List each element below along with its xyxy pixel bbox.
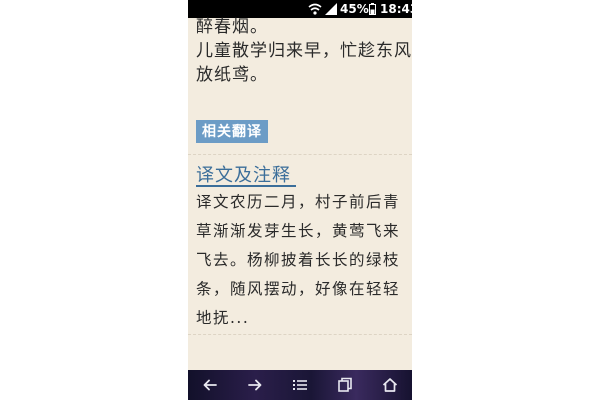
translation-line: 译文农历二月，村子前后青 [196,193,401,211]
translation-heading-link[interactable]: 译文及注释 [196,161,291,187]
poem-line: 醉春烟。 [196,17,268,37]
phone-screen: 45% 18:43 醉春烟。 儿童散学归来早，忙趁东风 放纸鸢。 相关翻译 译文… [188,0,412,400]
home-icon[interactable] [382,377,398,393]
translation-line: 条，随风摆动，好像在轻轻 [196,280,401,298]
menu-list-icon[interactable] [292,377,308,393]
article-content: 醉春烟。 儿童散学归来早，忙趁东风 放纸鸢。 相关翻译 译文及注释 译文农历二月… [188,17,412,370]
translation-line: 草渐渐发芽生长，黄莺飞来 [196,222,401,240]
divider [188,154,412,155]
browser-nav-bar [188,370,412,400]
pages-icon[interactable] [337,377,353,393]
translation-line: 飞去。杨柳披着长长的绿枝 [196,251,401,269]
poem-line: 放纸鸢。 [196,65,268,85]
forward-arrow-icon[interactable] [247,377,263,393]
divider [188,334,412,335]
poem-line: 儿童散学归来早，忙趁东风 [196,41,412,61]
heading-underline [196,185,296,187]
back-arrow-icon[interactable] [202,377,218,393]
translation-line: 地抚... [196,309,250,327]
section-tag: 相关翻译 [196,120,268,143]
